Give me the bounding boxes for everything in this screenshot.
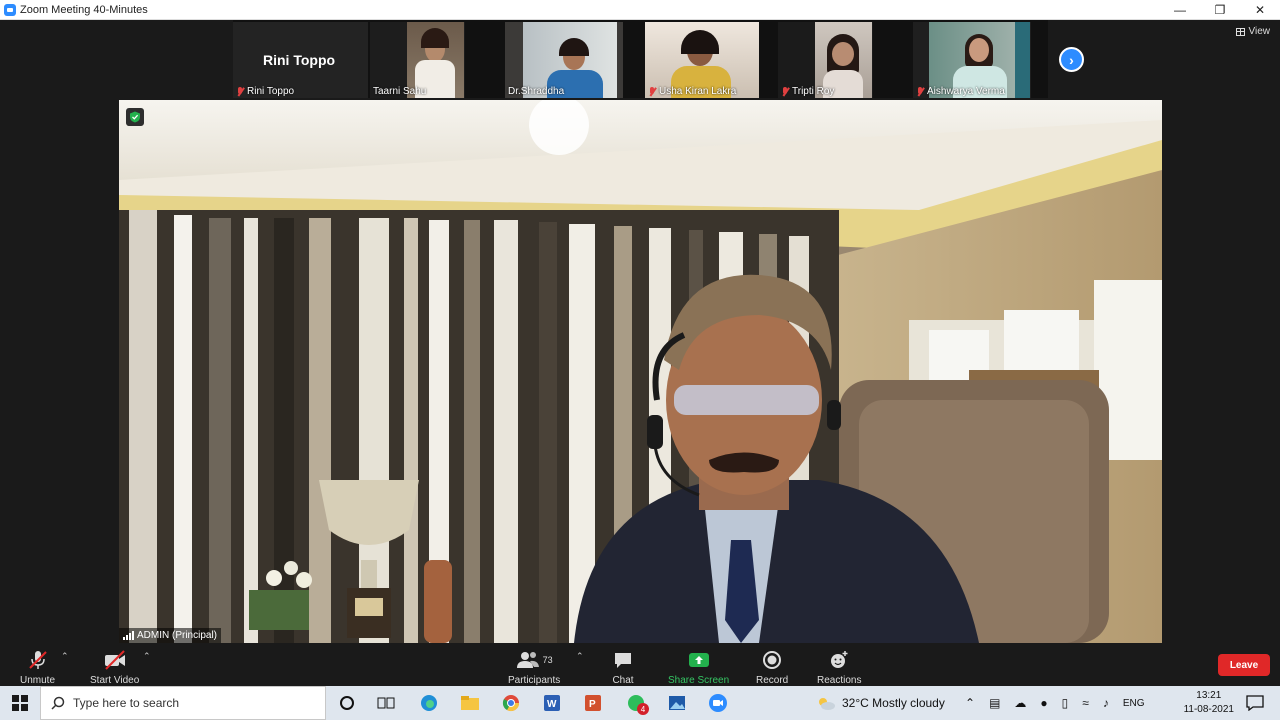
task-view-icon[interactable]: [375, 693, 397, 713]
window-title: Zoom Meeting 40-Minutes: [20, 3, 148, 16]
participants-count: 73: [542, 655, 553, 665]
view-button[interactable]: View: [1235, 26, 1271, 37]
language-indicator[interactable]: ENG: [1123, 698, 1145, 709]
powerpoint-icon[interactable]: P: [582, 693, 604, 713]
participant-tile[interactable]: Taarni Sahu: [370, 22, 465, 98]
zoom-app-icon: [4, 3, 16, 16]
maximize-button[interactable]: ❐: [1200, 0, 1240, 20]
taskbar-clock[interactable]: 13:21 11-08-2021: [1184, 689, 1234, 717]
active-speaker-video: ADMIN (Principal): [119, 100, 1162, 643]
participant-name-label: Dr.Shraddha: [508, 86, 565, 97]
battery-icon[interactable]: ▯: [1062, 696, 1069, 710]
participant-name-label: Usha Kiran Lakra: [648, 86, 736, 97]
close-button[interactable]: ✕: [1240, 0, 1280, 20]
clock-date: 11-08-2021: [1183, 704, 1234, 715]
record-button[interactable]: Record: [756, 649, 788, 686]
gallery-view-icon: [1235, 27, 1245, 36]
active-speaker-name: ADMIN (Principal): [137, 630, 218, 641]
chevron-right-icon: ›: [1069, 51, 1074, 68]
participant-tile[interactable]: Rini Toppo Rini Toppo: [233, 22, 368, 98]
participant-name-label: Rini Toppo: [236, 86, 294, 97]
chevron-up-icon[interactable]: ⌃: [965, 696, 975, 710]
chat-button[interactable]: Chat: [612, 649, 634, 686]
encryption-shield-icon[interactable]: [126, 108, 144, 126]
clock-time: 13:21: [1196, 690, 1222, 701]
search-placeholder: Type here to search: [73, 696, 180, 710]
speaker-icon[interactable]: ♪: [1103, 696, 1109, 710]
svg-text:P: P: [589, 699, 596, 710]
whatsapp-badge: 4: [637, 703, 649, 715]
mic-muted-icon: [236, 86, 244, 97]
participants-options-caret[interactable]: ⌃: [576, 651, 584, 662]
participant-name-label: Tripti Roy: [781, 86, 834, 97]
chat-icon: [612, 649, 634, 671]
participant-tile[interactable]: Tripti Roy: [778, 22, 873, 98]
wifi-icon[interactable]: ≈: [1082, 696, 1089, 710]
edge-icon[interactable]: [418, 693, 440, 713]
photos-icon[interactable]: [666, 693, 688, 713]
video-options-caret[interactable]: ⌃: [143, 651, 151, 662]
participants-icon: 73: [516, 649, 553, 671]
audio-options-caret[interactable]: ⌃: [61, 651, 69, 662]
weather-text: 32°C Mostly cloudy: [842, 696, 945, 710]
cortana-icon[interactable]: [336, 693, 358, 713]
onedrive-icon[interactable]: ☁: [1014, 696, 1026, 710]
participants-button[interactable]: 73 Participants: [508, 649, 560, 686]
search-icon: [51, 696, 65, 710]
share-screen-icon: [688, 649, 710, 671]
participant-name-label: Taarni Sahu: [373, 86, 427, 97]
window-titlebar: Zoom Meeting 40-Minutes — ❐ ✕: [0, 0, 1280, 20]
zoom-taskbar-icon[interactable]: [707, 693, 729, 713]
whatsapp-icon[interactable]: 4: [625, 693, 649, 715]
speaker-video-scene: [119, 100, 1162, 643]
unmute-button[interactable]: Unmute: [20, 649, 55, 686]
word-icon[interactable]: W: [541, 693, 563, 713]
participant-name-label: Aishwarya Verma: [916, 86, 1005, 97]
participant-big-name: Rini Toppo: [263, 52, 336, 68]
participant-strip: Rini Toppo Rini Toppo Taarni Sahu Dr.Shr…: [233, 20, 1048, 98]
signal-bars-icon: [123, 631, 134, 640]
windows-logo-icon: [12, 695, 28, 711]
microphone-icon[interactable]: ●: [1040, 696, 1047, 710]
leave-button[interactable]: Leave: [1218, 654, 1270, 676]
view-label: View: [1248, 26, 1271, 37]
mic-muted-icon: [781, 86, 789, 97]
chrome-icon[interactable]: [500, 693, 522, 713]
reactions-button[interactable]: Reactions: [817, 649, 861, 686]
video-off-icon: [103, 649, 127, 671]
next-page-button[interactable]: ›: [1059, 47, 1084, 72]
share-screen-button[interactable]: Share Screen: [668, 649, 729, 686]
start-button[interactable]: [0, 686, 40, 720]
weather-widget[interactable]: 32°C Mostly cloudy: [816, 686, 945, 720]
mic-muted-icon: [916, 86, 924, 97]
taskbar-search-box[interactable]: Type here to search: [40, 686, 326, 720]
windows-taskbar: Type here to search W P 4 32°C Mostly cl…: [0, 686, 1280, 720]
participant-tile[interactable]: Usha Kiran Lakra: [645, 22, 759, 98]
record-icon: [761, 649, 783, 671]
mic-muted-icon: [27, 649, 49, 671]
minimize-button[interactable]: —: [1160, 0, 1200, 20]
zoom-meeting-area: View Rini Toppo Rini Toppo Taarni Sahu D…: [0, 20, 1280, 706]
svg-text:W: W: [547, 699, 557, 710]
device-icon[interactable]: ▤: [989, 696, 1000, 710]
file-explorer-icon[interactable]: [459, 693, 481, 713]
system-tray: ⌃ ▤ ☁ ● ▯ ≈ ♪ ENG: [965, 686, 1145, 720]
active-speaker-label: ADMIN (Principal): [119, 628, 222, 643]
mic-muted-icon: [648, 86, 656, 97]
notifications-icon[interactable]: [1244, 693, 1266, 713]
cloudy-weather-icon: [819, 698, 835, 710]
smiley-plus-icon: [828, 649, 850, 671]
participant-tile[interactable]: Dr.Shraddha: [505, 22, 623, 98]
start-video-button[interactable]: Start Video: [90, 649, 139, 686]
participant-tile[interactable]: Aishwarya Verma: [913, 22, 1031, 98]
